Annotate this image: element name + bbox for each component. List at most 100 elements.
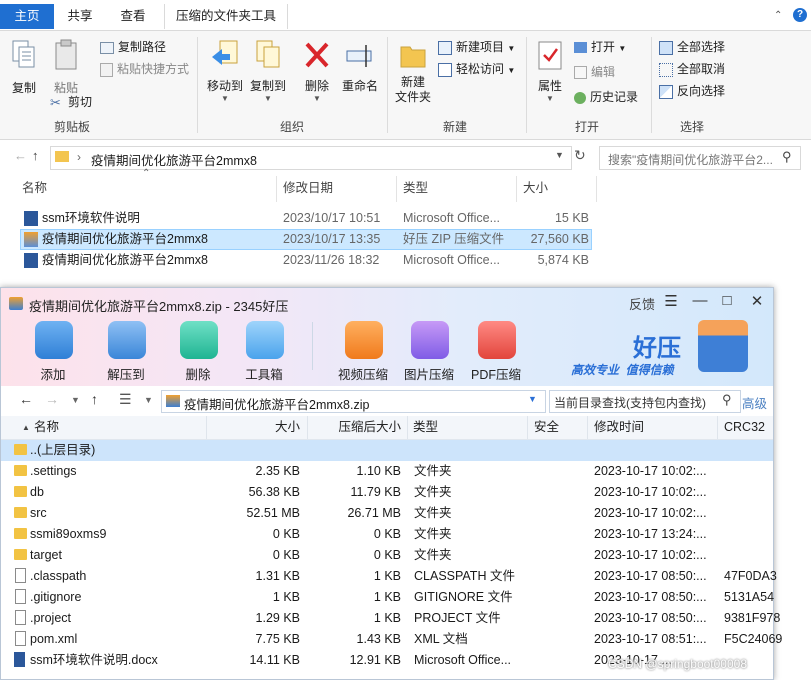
feedback-link[interactable]: 反馈 — [629, 294, 655, 313]
tab-share[interactable]: 共享 — [58, 4, 102, 29]
archive-row[interactable]: .classpath 1.31 KB 1 KB CLASSPATH 文件 2023-10… — [1, 566, 777, 587]
view-mode-icon[interactable]: ☰ — [119, 391, 132, 408]
group-organize-label: 组织 — [279, 120, 304, 134]
archive-row[interactable]: ssmi89oxms9 0 KB 0 KB 文件夹 2023-10-17 13:24:.… — [1, 524, 773, 545]
paste-shortcut-button[interactable]: 粘贴快捷方式 — [100, 59, 189, 79]
move-to-label: 移动到 — [206, 79, 243, 93]
file-row[interactable]: 疫情期间优化旅游平台2mmx8 2023/11/26 18:32 Microso… — [20, 250, 592, 271]
toolbox-label: 工具箱 — [245, 368, 283, 382]
invert-selection-button[interactable]: 反向选择 — [659, 81, 725, 101]
back-arrow-icon[interactable]: ← — [19, 391, 33, 407]
history-dropdown-icon[interactable]: ▼ — [71, 395, 80, 405]
column-name[interactable]: 名称 — [22, 172, 47, 204]
archive-row[interactable]: target 0 KB 0 KB 文件夹 2023-10-17 10:02:... — [1, 545, 773, 566]
file-name: 疫情期间优化旅游平台2mmx8 — [42, 232, 208, 246]
rename-icon — [346, 45, 372, 67]
copy-path-button[interactable]: 复制路径 — [100, 37, 166, 57]
history-label: 历史记录 — [590, 90, 639, 104]
haozip-brand-icon — [698, 320, 748, 372]
column-modified-time[interactable]: 修改时间 — [594, 416, 644, 439]
archive-search-input[interactable]: 当前目录查找(支持包内查找) ⚲ — [549, 390, 741, 413]
file-row[interactable]: ssm环境软件说明 2023/10/17 10:51 Microsoft Off… — [20, 208, 592, 229]
archive-row[interactable]: src 52.51 MB 26.71 MB 文件夹 2023-10-17 10:02:.… — [1, 503, 773, 524]
paste-button[interactable]: 粘贴 — [50, 39, 82, 99]
move-to-button[interactable]: 移动到 ▼ — [205, 39, 245, 103]
entry-packed-size: 1 KB — [373, 590, 401, 604]
entry-name: target — [30, 548, 62, 562]
column-crc32[interactable]: CRC32 — [724, 416, 765, 439]
forward-arrow-icon[interactable]: → — [45, 391, 59, 407]
view-mode-dropdown-icon[interactable]: ▼ — [144, 395, 153, 405]
new-folder-button[interactable]: 新建 文件夹 — [392, 39, 434, 111]
archive-path: 疫情期间优化旅游平台2mmx8.zip — [184, 398, 370, 412]
edit-button[interactable]: 编辑 — [574, 62, 615, 82]
copy-to-button[interactable]: 复制到 ▼ — [248, 39, 288, 103]
select-all-button[interactable]: 全部选择 — [659, 37, 725, 57]
refresh-icon[interactable]: ↻ — [574, 147, 586, 164]
entry-name: .classpath — [30, 569, 87, 583]
open-button[interactable]: 打开 ▼ — [574, 37, 626, 57]
advanced-search-link[interactable]: 高级 — [742, 393, 767, 412]
history-button[interactable]: 历史记录 — [574, 87, 638, 107]
select-none-button[interactable]: 全部取消 — [659, 59, 725, 79]
address-bar[interactable]: › 疫情期间优化旅游平台2mmx8 ▼ — [50, 146, 572, 170]
edit-label: 编辑 — [591, 65, 616, 79]
entry-size: 1 KB — [272, 590, 300, 604]
extract-archive-icon — [108, 321, 146, 359]
column-name[interactable]: 名称 — [34, 416, 59, 439]
tab-compressed-folder-tools[interactable]: 压缩的文件夹工具 — [164, 4, 288, 29]
parent-directory-row[interactable]: ..(上层目录) — [1, 440, 773, 461]
column-type[interactable]: 类型 — [403, 172, 428, 204]
entry-modified-time: 2023-10-17 13:24:... — [594, 527, 707, 541]
column-packed-size[interactable]: 压缩后大小 — [308, 416, 401, 439]
pdf-compress-label: PDF压缩 — [470, 368, 521, 382]
maximize-icon[interactable]: □ — [716, 292, 738, 309]
column-divider — [527, 416, 528, 439]
tab-view[interactable]: 查看 — [110, 4, 156, 29]
menu-icon[interactable]: ☰ — [660, 292, 682, 310]
collapse-ribbon-icon[interactable]: ⌃ — [774, 10, 782, 21]
archive-row[interactable]: .project 1.29 KB 1 KB PROJECT 文件 2023-10-17 … — [1, 608, 780, 629]
minimize-icon[interactable]: — — [689, 292, 711, 309]
properties-button[interactable]: 属性 ▼ — [532, 39, 568, 109]
entry-size: 1.31 KB — [255, 569, 300, 583]
help-icon[interactable]: ? — [793, 8, 807, 22]
entry-type: 文件夹 — [414, 464, 452, 478]
column-size[interactable]: 大小 — [523, 172, 548, 204]
copy-icon — [12, 40, 35, 68]
file-row-selected[interactable]: 疫情期间优化旅游平台2mmx8 2023/10/17 13:35 好压 ZIP … — [20, 229, 592, 250]
path-dropdown-icon[interactable]: ▼ — [528, 394, 537, 404]
archive-row[interactable]: pom.xml 7.75 KB 1.43 KB XML 文档 2023-10-17 08… — [1, 629, 782, 650]
search-input[interactable]: 搜索"疫情期间优化旅游平台2... ⚲ — [599, 146, 801, 170]
easy-access-button[interactable]: 轻松访问 ▼ — [438, 59, 515, 79]
file-date: 2023/10/17 10:51 — [283, 211, 381, 225]
cut-button[interactable]: ✂ 剪切 — [50, 92, 92, 112]
archive-row[interactable]: db 56.38 KB 11.79 KB 文件夹 2023-10-17 10:02:..… — [1, 482, 773, 503]
extract-to-label: 解压到 — [107, 368, 145, 382]
entry-type: 文件夹 — [414, 548, 452, 562]
archive-row[interactable]: .settings 2.35 KB 1.10 KB 文件夹 2023-10-17 10:… — [1, 461, 773, 482]
column-type[interactable]: 类型 — [413, 416, 438, 439]
address-dropdown-icon[interactable]: ▼ — [555, 150, 564, 160]
archive-row[interactable]: .gitignore 1 KB 1 KB GITIGNORE 文件 2023-10-17… — [1, 587, 774, 608]
delete-button[interactable]: 删除 ▼ — [300, 39, 334, 103]
up-arrow-icon[interactable]: ↑ — [32, 148, 39, 163]
select-all-label: 全部选择 — [677, 40, 726, 54]
easy-access-icon — [438, 62, 452, 77]
paste-shortcut-icon — [100, 62, 113, 77]
file-type: Microsoft Office... — [403, 253, 501, 267]
close-icon[interactable]: ✕ — [746, 292, 768, 310]
easy-access-label: 轻松访问 — [456, 62, 505, 76]
new-item-button[interactable]: 新建项目 ▼ — [438, 37, 515, 57]
archive-path-bar[interactable]: 疫情期间优化旅游平台2mmx8.zip ▼ — [161, 390, 546, 413]
up-arrow-icon[interactable]: ↑ — [91, 391, 98, 407]
copy-button[interactable]: 复制 — [8, 39, 40, 99]
tab-home[interactable]: 主页 — [0, 4, 54, 29]
rename-button[interactable]: 重命名 — [340, 39, 380, 101]
back-arrow-icon[interactable]: ← — [14, 148, 27, 163]
column-size[interactable]: 大小 — [207, 416, 300, 439]
column-date-modified[interactable]: 修改日期 — [283, 172, 333, 204]
entry-crc32: 47F0DA3 — [724, 569, 777, 583]
file-date: 2023/10/17 13:35 — [283, 232, 381, 246]
column-security[interactable]: 安全 — [534, 416, 559, 439]
